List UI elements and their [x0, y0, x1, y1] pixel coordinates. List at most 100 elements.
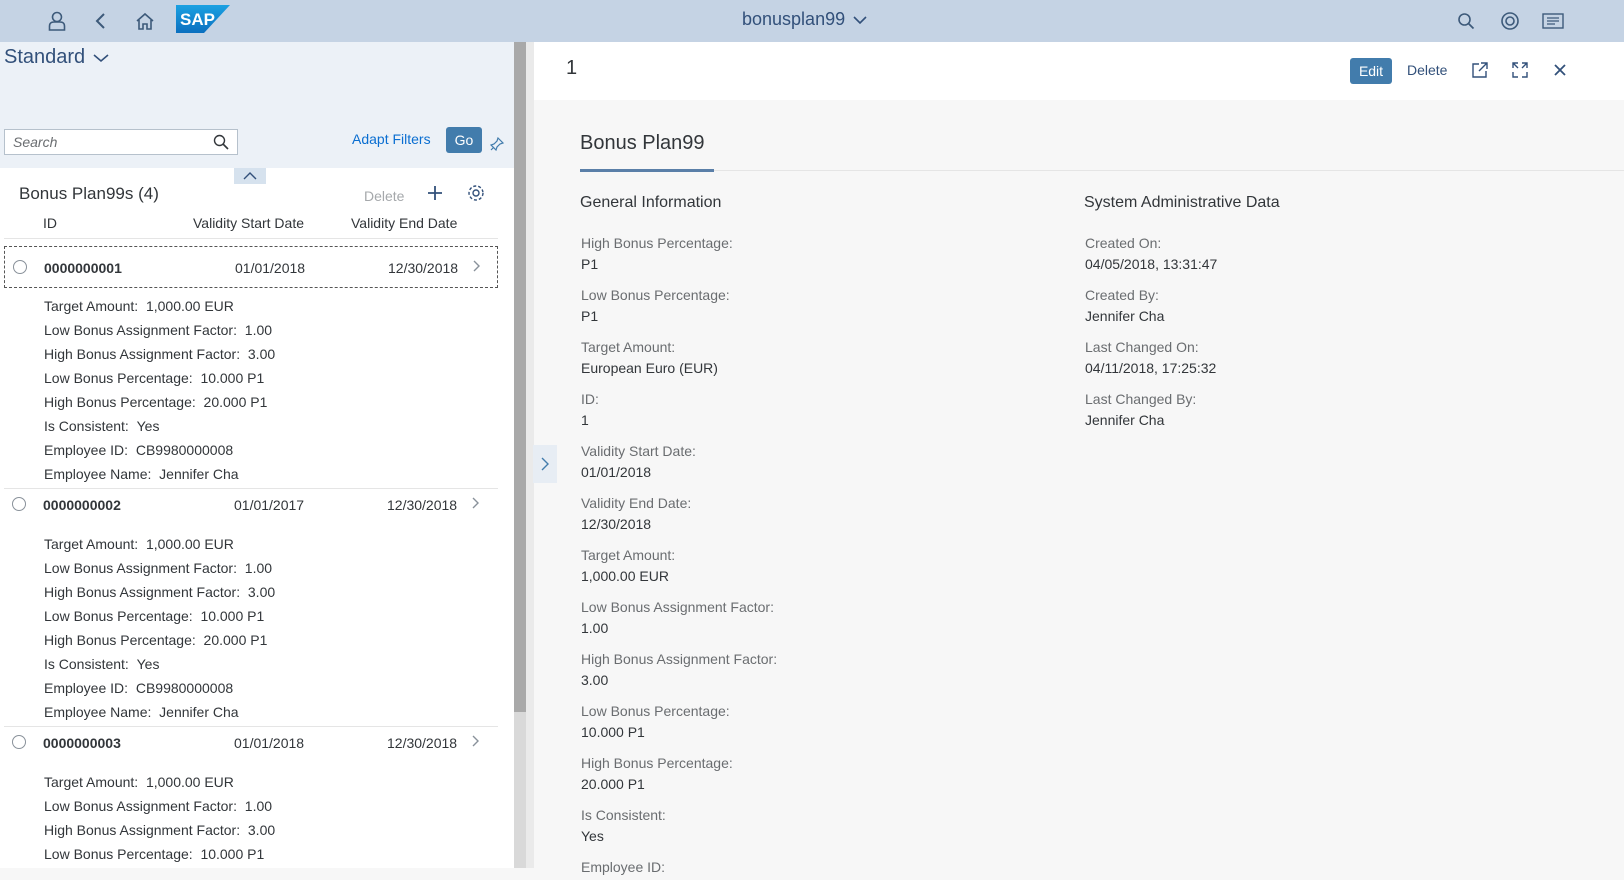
- list-item-row[interactable]: 0000000001 01/01/2018 12/30/2018: [4, 246, 498, 288]
- item-id: 0000000001: [44, 260, 122, 276]
- column-header-start[interactable]: Validity Start Date: [193, 215, 304, 231]
- section-tab-indicator: [580, 169, 714, 172]
- detail-pane: 1 Edit Delete Bonus Plan99 General Infor…: [533, 42, 1624, 875]
- adapt-filters-link[interactable]: Adapt Filters: [352, 131, 431, 147]
- chevron-up-icon: [243, 172, 257, 180]
- column-header-id[interactable]: ID: [43, 215, 57, 231]
- attribute: Employee ID: CB9980000008: [44, 442, 234, 458]
- expand-master-button[interactable]: [533, 445, 557, 483]
- attribute: Low Bonus Percentage: 10.000 P1: [44, 846, 265, 862]
- sap-logo[interactable]: SAP: [176, 5, 230, 33]
- item-start-date: 01/01/2017: [234, 497, 305, 513]
- settings-gear-icon[interactable]: [467, 184, 485, 207]
- section-title[interactable]: Bonus Plan99: [580, 132, 705, 155]
- field: High Bonus Percentage: 20.000 P1: [581, 755, 733, 792]
- attribute: Low Bonus Percentage: 10.000 P1: [44, 370, 265, 386]
- attribute: High Bonus Percentage: 20.000 P1: [44, 394, 268, 410]
- field: ID: 1: [581, 391, 599, 428]
- field: Is Consistent: Yes: [581, 807, 666, 844]
- section-divider: [580, 170, 1624, 171]
- item-start-date: 01/01/2018: [235, 260, 306, 276]
- pin-icon[interactable]: [489, 136, 505, 156]
- attribute: Target Amount: 1,000.00 EUR: [44, 774, 234, 790]
- close-icon[interactable]: [1548, 58, 1572, 82]
- share-icon[interactable]: [1468, 58, 1492, 82]
- attribute: High Bonus Assignment Factor: 3.00: [44, 822, 276, 838]
- field: Last Changed By: Jennifer Cha: [1085, 391, 1197, 428]
- delete-button[interactable]: Delete: [364, 188, 404, 204]
- variant-name: Standard: [4, 46, 86, 68]
- variant-selector[interactable]: Standard: [4, 46, 109, 69]
- shell-bar: SAP bonusplan99: [0, 0, 1624, 42]
- attribute: High Bonus Assignment Factor: 3.00: [44, 346, 276, 362]
- fullscreen-icon[interactable]: [1508, 58, 1532, 82]
- field: Target Amount: 1,000.00 EUR: [581, 547, 676, 584]
- item-end-date: 12/30/2018: [387, 497, 458, 513]
- select-radio[interactable]: [12, 735, 26, 749]
- attribute: Employee Name: Jennifer Cha: [44, 704, 239, 720]
- user-icon[interactable]: [44, 8, 70, 34]
- field: Low Bonus Percentage: 10.000 P1: [581, 703, 730, 740]
- list-scrollbar[interactable]: [514, 42, 526, 868]
- attribute: Low Bonus Percentage: 10.000 P1: [44, 608, 265, 624]
- object-title: 1: [566, 57, 578, 79]
- field: Employee ID:: [581, 859, 666, 875]
- item-end-date: 12/30/2018: [388, 260, 459, 276]
- column-headers: ID Validity Start Date Validity End Date: [4, 208, 498, 239]
- select-radio[interactable]: [12, 497, 26, 511]
- search-input[interactable]: [5, 133, 205, 151]
- list-item-row[interactable]: 0000000003 01/01/2018 12/30/2018: [4, 722, 498, 764]
- group-title-admin: System Administrative Data: [1084, 194, 1280, 211]
- select-radio[interactable]: [13, 260, 27, 274]
- attribute: Is Consistent: Yes: [44, 418, 160, 434]
- field: Target Amount: European Euro (EUR): [581, 339, 718, 376]
- search-icon[interactable]: [1453, 8, 1479, 34]
- search-field[interactable]: [4, 129, 238, 155]
- attribute: Target Amount: 1,000.00 EUR: [44, 298, 234, 314]
- attribute: High Bonus Assignment Factor: 3.00: [44, 584, 276, 600]
- collapse-header-button[interactable]: [234, 168, 266, 184]
- search-icon[interactable]: [213, 134, 229, 155]
- attribute: Low Bonus Assignment Factor: 1.00: [44, 322, 273, 338]
- chevron-down-icon: [93, 53, 109, 62]
- edit-button[interactable]: Edit: [1350, 58, 1392, 84]
- detail-header: 1 Edit Delete: [534, 42, 1624, 100]
- notifications-icon[interactable]: [1540, 8, 1566, 34]
- group-title-general: General Information: [580, 194, 722, 211]
- list-title: Bonus Plan99s (4): [19, 184, 159, 203]
- chevron-right-icon: [541, 457, 549, 471]
- attribute: Low Bonus Assignment Factor: 1.00: [44, 560, 273, 576]
- app-title: bonusplan99: [742, 9, 846, 29]
- chevron-right-icon: [472, 496, 480, 512]
- field: Created By: Jennifer Cha: [1085, 287, 1165, 324]
- field: Low Bonus Assignment Factor: 1.00: [581, 599, 774, 636]
- item-id: 0000000002: [43, 497, 121, 513]
- field: High Bonus Assignment Factor: 3.00: [581, 651, 778, 688]
- delete-button[interactable]: Delete: [1407, 62, 1447, 78]
- home-icon[interactable]: [132, 8, 158, 34]
- master-list-pane: Standard Adapt Filters Go Bonus Plan99s …: [0, 42, 514, 868]
- field: High Bonus Percentage: P1: [581, 235, 733, 272]
- scrollbar-thumb[interactable]: [514, 42, 526, 712]
- item-end-date: 12/30/2018: [387, 735, 458, 751]
- go-button[interactable]: Go: [446, 127, 482, 153]
- attribute: Target Amount: 1,000.00 EUR: [44, 536, 234, 552]
- attribute: Low Bonus Assignment Factor: 1.00: [44, 798, 273, 814]
- item-id: 0000000003: [43, 735, 121, 751]
- copilot-icon[interactable]: [1497, 8, 1523, 34]
- chevron-down-icon: [853, 15, 867, 24]
- field: Low Bonus Percentage: P1: [581, 287, 730, 324]
- app-title-menu[interactable]: bonusplan99: [742, 9, 867, 30]
- column-header-end[interactable]: Validity End Date: [351, 215, 457, 231]
- chevron-right-icon: [472, 734, 480, 750]
- chevron-right-icon: [473, 259, 481, 275]
- field: Created On: 04/05/2018, 13:31:47: [1085, 235, 1218, 272]
- add-icon[interactable]: [426, 184, 444, 207]
- filter-bar: Standard Adapt Filters Go: [0, 42, 514, 168]
- list-item-row[interactable]: 0000000002 01/01/2017 12/30/2018: [4, 484, 498, 526]
- back-icon[interactable]: [88, 8, 114, 34]
- attribute: Employee ID: CB9980000008: [44, 680, 234, 696]
- field: Validity End Date: 12/30/2018: [581, 495, 692, 532]
- field: Last Changed On: 04/11/2018, 17:25:32: [1085, 339, 1217, 376]
- attribute: High Bonus Percentage: 20.000 P1: [44, 632, 268, 648]
